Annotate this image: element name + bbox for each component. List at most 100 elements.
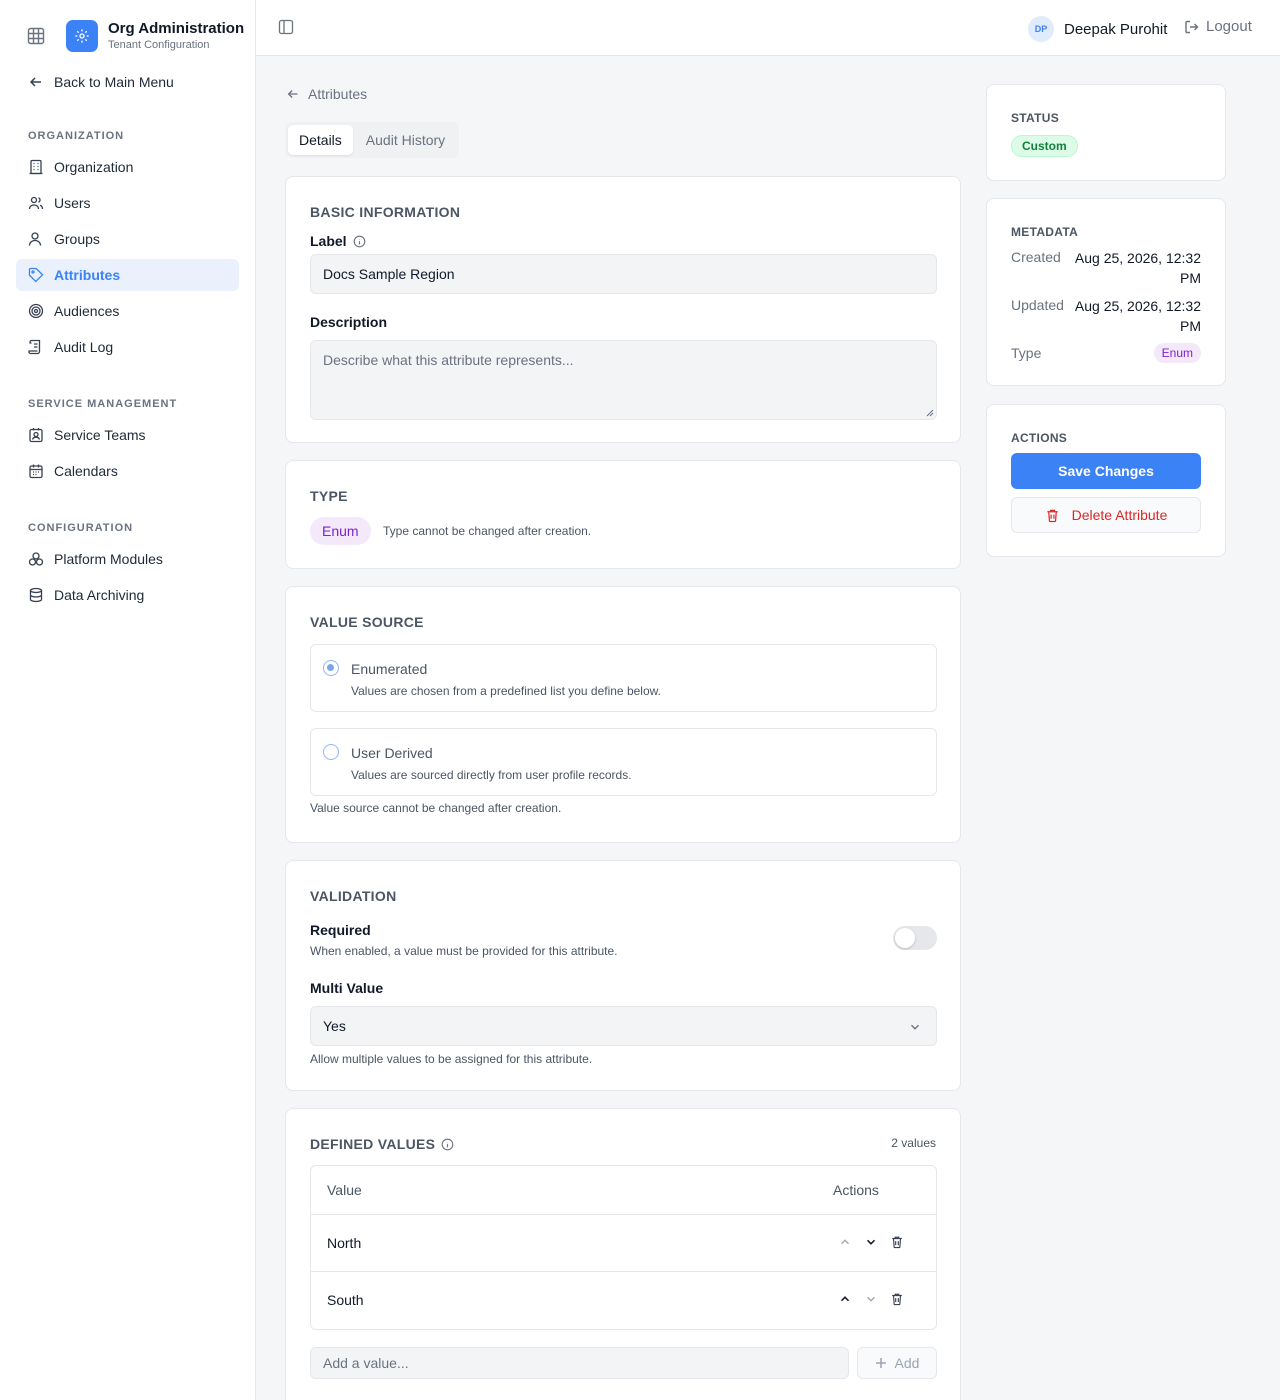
trash-icon [1045, 508, 1060, 523]
value-source-note: Value source cannot be changed after cre… [310, 801, 562, 815]
logout-button[interactable]: Logout [1184, 18, 1252, 35]
sidebar-item-groups[interactable]: Groups [16, 223, 239, 255]
add-value-button[interactable]: Add [857, 1347, 937, 1379]
move-down-icon[interactable] [864, 1292, 878, 1306]
type-badge: Enum [1153, 343, 1201, 363]
actions-card: ACTIONS Save Changes Delete Attribute [986, 404, 1226, 557]
resize-grip-icon[interactable] [926, 409, 934, 417]
required-help: When enabled, a value must be provided f… [310, 944, 618, 958]
card-title: BASIC INFORMATION [310, 204, 461, 220]
sidebar-item-audiences[interactable]: Audiences [16, 295, 239, 327]
breadcrumb[interactable]: Attributes [286, 86, 367, 102]
move-up-icon[interactable] [838, 1235, 852, 1249]
description-placeholder: Describe what this attribute represents.… [323, 352, 574, 368]
sidebar-item-platform-modules[interactable]: Platform Modules [16, 543, 239, 575]
status-badge: Custom [1011, 135, 1078, 157]
sidebar-item-organization[interactable]: Organization [16, 151, 239, 183]
value-cell: North [327, 1235, 362, 1251]
brand: Org Administration Tenant Configuration [24, 20, 244, 52]
radio-enumerated[interactable] [323, 660, 339, 676]
sidebar-item-label: Groups [54, 231, 100, 247]
sidebar-item-data-archiving[interactable]: Data Archiving [16, 579, 239, 611]
logout-icon [1184, 19, 1200, 35]
back-to-main-menu-link[interactable]: Back to Main Menu [28, 74, 174, 90]
label-input[interactable]: Docs Sample Region [310, 254, 937, 294]
arrow-left-icon [286, 87, 300, 101]
sidebar-item-audit-log[interactable]: Audit Log [16, 331, 239, 363]
updated-label: Updated [1011, 297, 1064, 313]
basic-information-card: BASIC INFORMATION Label Docs Sample Regi… [285, 176, 961, 443]
value-source-option-enumerated[interactable]: Enumerated Values are chosen from a pred… [310, 644, 937, 712]
type-note: Type cannot be changed after creation. [383, 524, 592, 538]
info-icon[interactable] [353, 235, 366, 248]
sidebar-item-label: Platform Modules [54, 551, 163, 567]
modules-icon [28, 551, 44, 567]
validation-card: VALIDATION Required When enabled, a valu… [285, 860, 961, 1091]
target-icon [28, 303, 44, 319]
card-title: VALIDATION [310, 888, 397, 904]
logout-label: Logout [1206, 18, 1252, 35]
multi-value-selected: Yes [323, 1018, 346, 1034]
app-subtitle: Tenant Configuration [108, 39, 210, 51]
add-value-input[interactable]: Add a value... [310, 1347, 849, 1379]
option-description: Values are sourced directly from user pr… [351, 768, 632, 782]
plus-icon [875, 1357, 887, 1369]
sidebar-item-label: Data Archiving [54, 587, 145, 603]
sidebar-item-users[interactable]: Users [16, 187, 239, 219]
defined-values-title: DEFINED VALUES [310, 1136, 454, 1152]
table-row: North [311, 1215, 936, 1272]
topbar: DP Deepak Purohit Logout [256, 0, 1280, 56]
sidebar-item-service-teams[interactable]: Service Teams [16, 419, 239, 451]
move-down-icon[interactable] [864, 1235, 878, 1249]
sidebar-item-calendars[interactable]: Calendars [16, 455, 239, 487]
multi-value-label: Multi Value [310, 980, 384, 996]
updated-value: Aug 25, 2026, 12:32 PM [1074, 298, 1201, 334]
label-text: Label [310, 233, 347, 249]
trash-icon[interactable] [890, 1235, 904, 1249]
value-source-option-user-derived[interactable]: User Derived Values are sourced directly… [310, 728, 937, 796]
move-up-icon[interactable] [838, 1292, 852, 1306]
delete-label: Delete Attribute [1071, 507, 1168, 523]
sidebar-item-label: Audiences [54, 303, 120, 319]
column-header-actions: Actions [833, 1182, 879, 1198]
sidebar-toggle-icon[interactable] [278, 19, 296, 37]
multi-value-select[interactable]: Yes [310, 1006, 937, 1046]
group-icon [28, 231, 44, 247]
user-menu[interactable]: DP Deepak Purohit [1028, 16, 1167, 42]
radio-user-derived[interactable] [323, 744, 339, 760]
delete-attribute-button[interactable]: Delete Attribute [1011, 497, 1201, 533]
table-header: Value Actions [311, 1166, 936, 1215]
sidebar-item-label: Organization [54, 159, 134, 175]
app-title: Org Administration [108, 20, 245, 37]
created-label: Created [1011, 249, 1061, 265]
table-row: South [311, 1272, 936, 1329]
tab-audit-history[interactable]: Audit History [355, 125, 456, 155]
avatar: DP [1028, 16, 1054, 42]
save-changes-button[interactable]: Save Changes [1011, 453, 1201, 489]
user-name: Deepak Purohit [1064, 20, 1168, 38]
defined-values-table: Value Actions North South [310, 1165, 937, 1330]
tab-details[interactable]: Details [288, 125, 353, 155]
app-grid-icon[interactable] [24, 24, 48, 48]
database-icon [28, 587, 44, 603]
back-label: Back to Main Menu [54, 74, 174, 90]
required-toggle[interactable] [893, 926, 937, 950]
scroll-icon [28, 339, 44, 355]
multi-value-help: Allow multiple values to be assigned for… [310, 1052, 593, 1066]
card-title: METADATA [1011, 225, 1079, 239]
sidebar-item-label: Attributes [54, 267, 121, 283]
section-label-service-management: SERVICE MANAGEMENT [28, 398, 178, 410]
trash-icon[interactable] [890, 1292, 904, 1306]
description-textarea[interactable]: Describe what this attribute represents.… [310, 340, 937, 420]
building-icon [28, 159, 44, 175]
type-badge: Enum [310, 517, 371, 545]
card-title: STATUS [1011, 111, 1060, 125]
sidebar-item-label: Users [54, 195, 91, 211]
arrow-left-icon [28, 74, 44, 90]
type-label: Type [1011, 345, 1042, 361]
tabs: Details Audit History [285, 122, 460, 158]
sidebar-item-attributes[interactable]: Attributes [16, 259, 239, 291]
option-description: Values are chosen from a predefined list… [351, 684, 661, 698]
card-title: VALUE SOURCE [310, 614, 424, 630]
info-icon[interactable] [441, 1138, 454, 1151]
